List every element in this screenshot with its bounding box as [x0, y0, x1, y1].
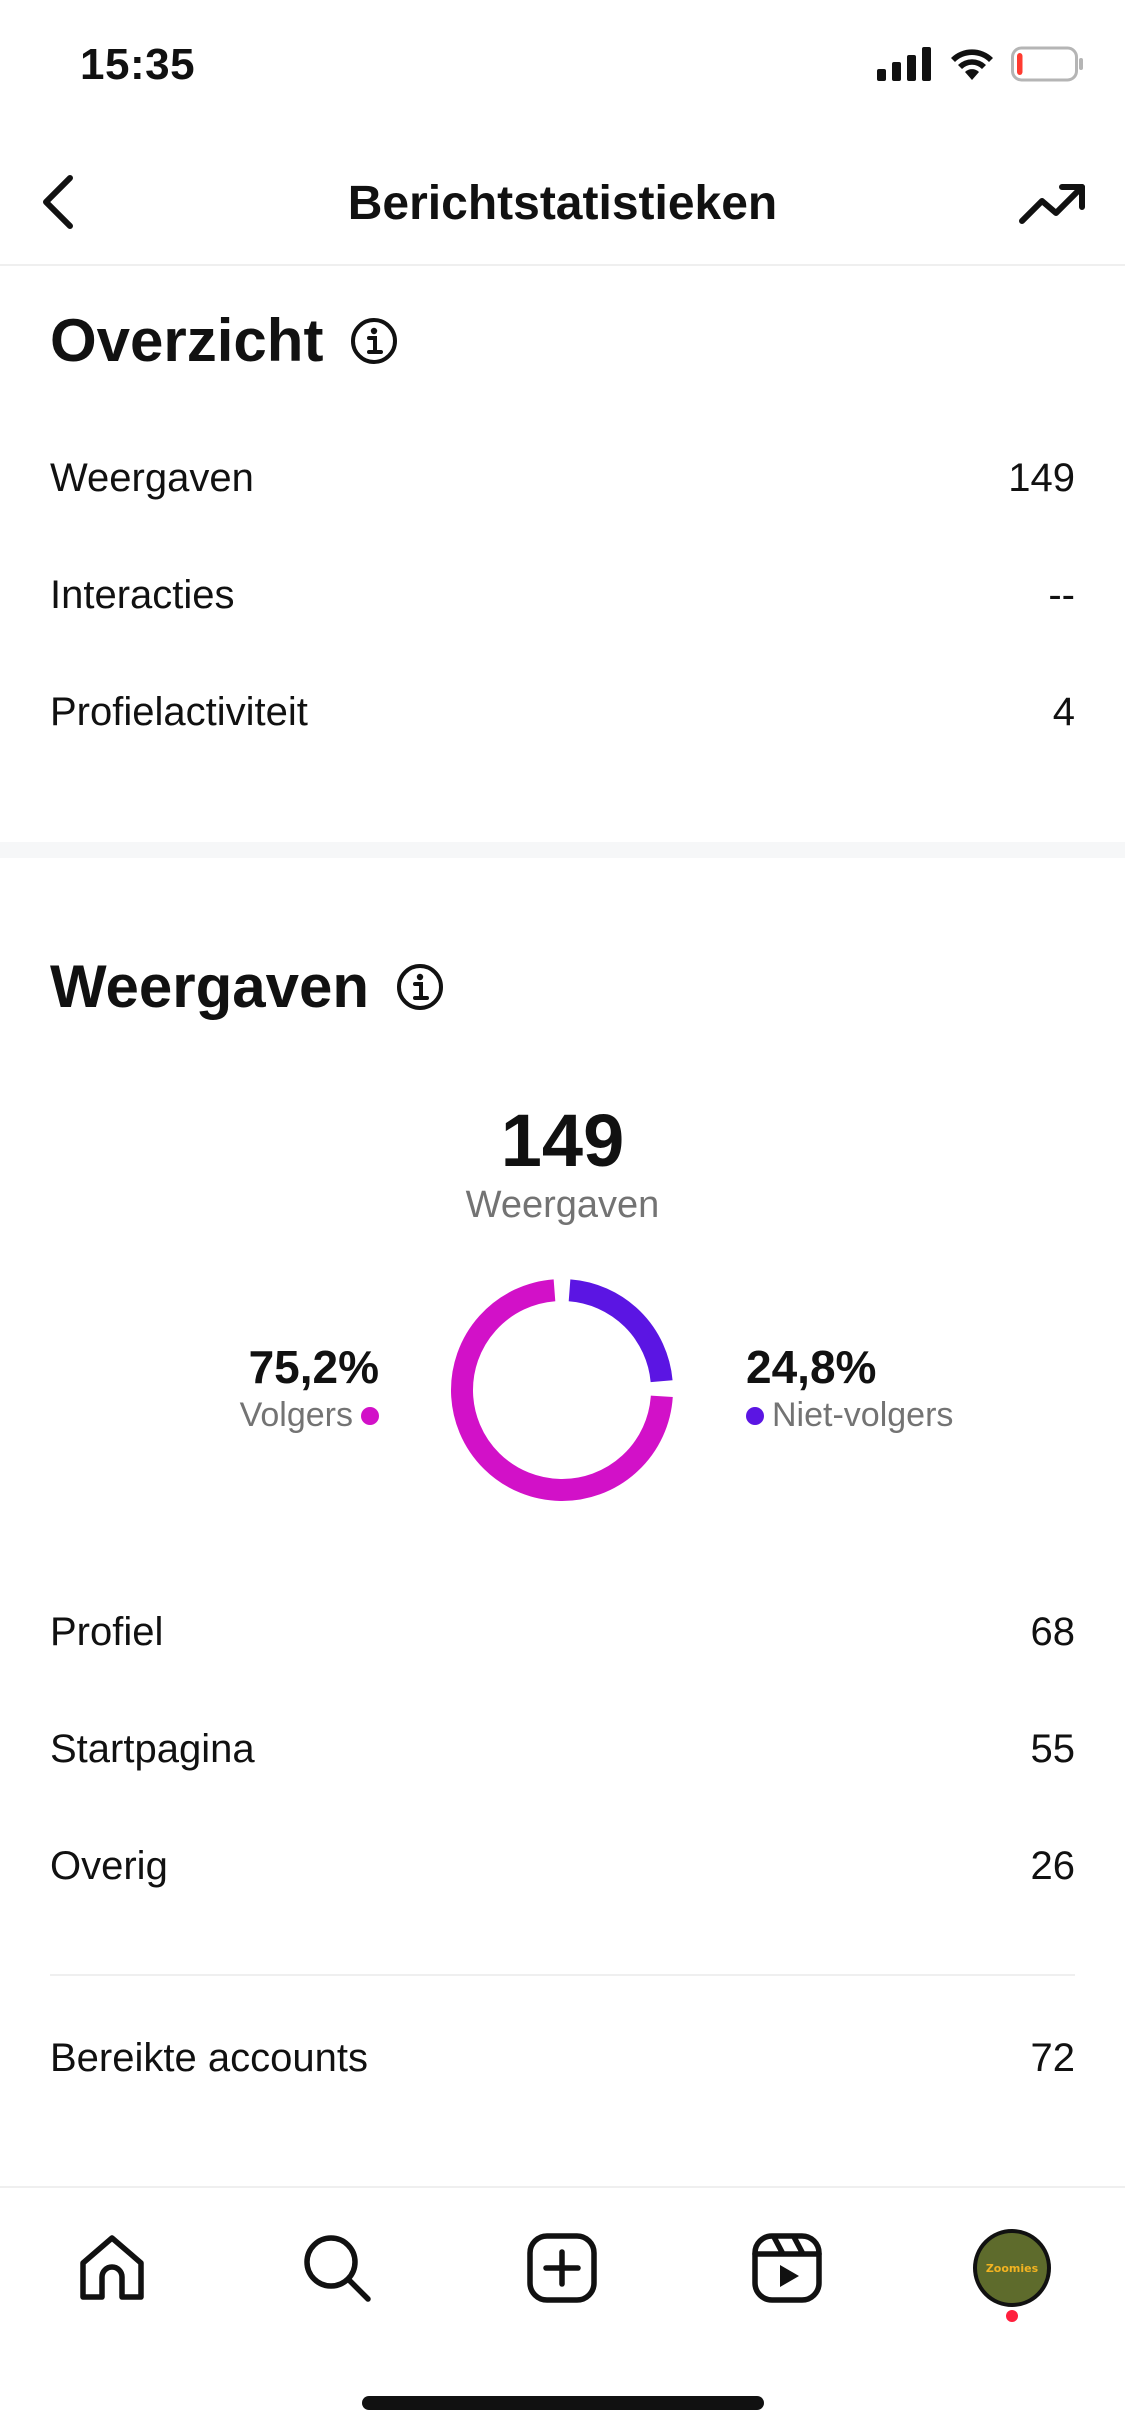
notification-dot: [1006, 2310, 1018, 2322]
tab-profile[interactable]: Zoomies: [962, 2218, 1062, 2318]
row-label: Profielactiviteit: [50, 689, 308, 734]
followers-percentage: 75,2%: [248, 1341, 379, 1393]
row-divider: [50, 1974, 1075, 1976]
overview-row-views[interactable]: Weergaven 149: [50, 448, 1075, 508]
status-icons: [877, 46, 1085, 87]
row-value: --: [1048, 572, 1075, 617]
non-followers-percentage: 24,8%: [746, 1341, 877, 1393]
overview-title: Overzicht: [50, 307, 324, 374]
followers-legend: Volgers: [240, 1396, 379, 1435]
views-section-title: Weergaven: [50, 952, 445, 1021]
source-row-profile[interactable]: Profiel 68: [50, 1602, 1075, 1662]
overview-row-interactions[interactable]: Interacties --: [50, 565, 1075, 625]
followers-legend-dot: [361, 1406, 379, 1425]
row-label: Profiel: [50, 1609, 164, 1654]
non-followers-legend-dot: [746, 1406, 764, 1425]
non-followers-legend: Niet-volgers: [746, 1396, 953, 1435]
source-row-other[interactable]: Overig 26: [50, 1836, 1075, 1896]
row-value: 72: [1030, 2035, 1076, 2080]
home-indicator[interactable]: [362, 2396, 764, 2410]
tab-home[interactable]: [62, 2218, 162, 2318]
nav-header: Berichtstatistieken: [0, 140, 1125, 266]
views-total-value: 149: [500, 1099, 625, 1182]
page-title: Berichtstatistieken: [347, 177, 778, 230]
row-label: Weergaven: [50, 455, 254, 500]
row-value: 149: [1008, 455, 1075, 500]
avatar-logo-text: Zoomies: [985, 2261, 1039, 2275]
row-label: Startpagina: [50, 1726, 255, 1771]
status-time: 15:35: [80, 40, 196, 89]
section-divider: [0, 842, 1125, 858]
wifi-icon: [949, 47, 995, 86]
followers-label: Volgers: [239, 1396, 353, 1434]
row-value: 55: [1030, 1726, 1076, 1771]
followers-segment-label: 75,2% Volgers: [240, 1340, 379, 1435]
create-post-icon: [527, 2233, 597, 2303]
reels-icon: [752, 2233, 822, 2303]
info-icon[interactable]: [349, 316, 399, 366]
trends-button[interactable]: [1011, 162, 1095, 246]
profile-avatar: Zoomies: [973, 2229, 1051, 2307]
row-label: Overig: [50, 1843, 168, 1888]
reached-accounts-row[interactable]: Bereikte accounts 72: [50, 2028, 1075, 2088]
tab-reels[interactable]: [737, 2218, 837, 2318]
non-followers-donut-segment: [568, 1279, 673, 1383]
views-title: Weergaven: [50, 953, 370, 1020]
tab-search[interactable]: [287, 2218, 387, 2318]
overview-row-profile-activity[interactable]: Profielactiviteit 4: [50, 682, 1075, 742]
home-icon: [80, 2235, 144, 2300]
non-followers-segment-label: 24,8% Niet-volgers: [746, 1340, 953, 1435]
followers-donut-chart: [451, 1279, 673, 1501]
info-icon[interactable]: [395, 962, 445, 1012]
status-bar: 15:35: [0, 0, 1125, 140]
battery-icon: [1011, 46, 1085, 87]
overview-section-title: Overzicht: [50, 306, 399, 375]
row-value: 4: [1052, 689, 1075, 734]
source-row-home[interactable]: Startpagina 55: [50, 1719, 1075, 1779]
trending-up-icon: [1019, 184, 1085, 224]
row-value: 26: [1030, 1843, 1076, 1888]
row-value: 68: [1030, 1609, 1076, 1654]
row-label: Bereikte accounts: [50, 2035, 368, 2080]
non-followers-label: Niet-volgers: [772, 1396, 954, 1434]
views-total-label: Weergaven: [465, 1184, 660, 1226]
cellular-signal-icon: [877, 47, 933, 86]
tab-create[interactable]: [512, 2218, 612, 2318]
search-icon: [304, 2235, 371, 2302]
row-label: Interacties: [50, 572, 235, 617]
post-insights-screen: 15:35 Berichtstatistieken Overzicht Weer…: [0, 0, 1125, 2436]
